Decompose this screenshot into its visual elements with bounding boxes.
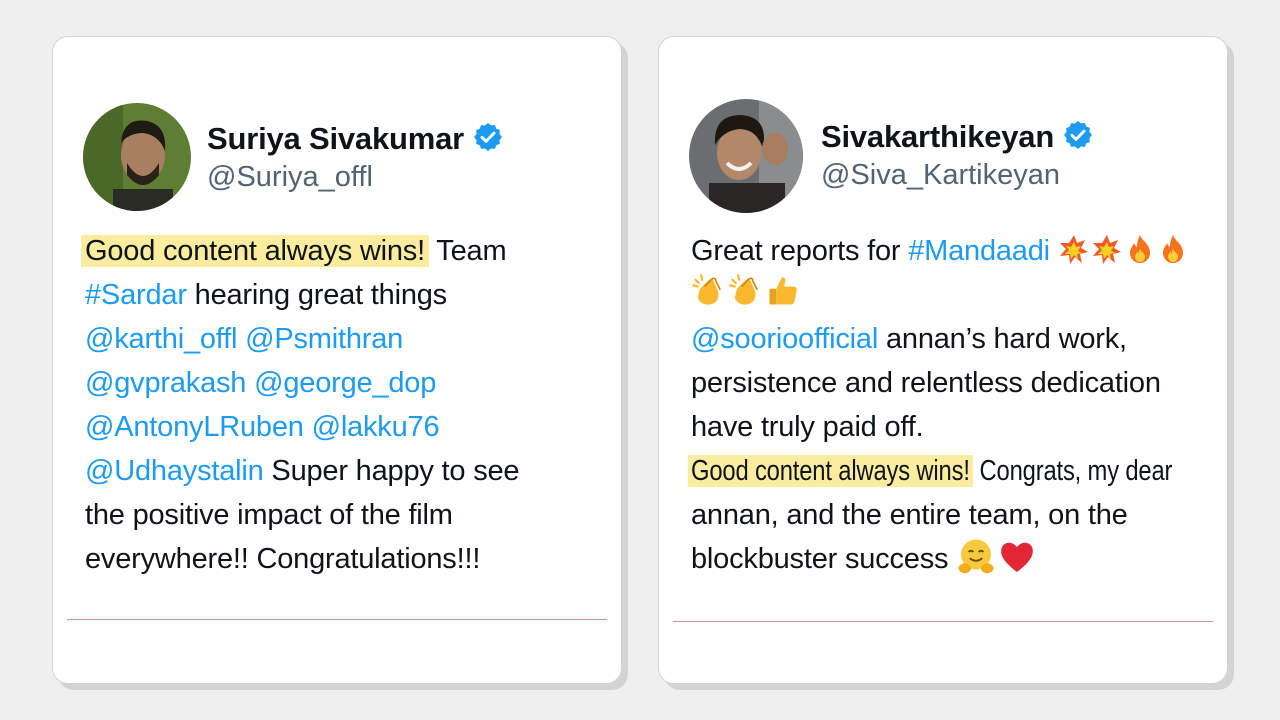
mention-link[interactable]: @AntonyLRuben — [85, 411, 304, 443]
avatar[interactable] — [83, 103, 191, 211]
mention-link[interactable]: @Udhaystalin — [85, 455, 264, 487]
highlighted-text: Good content always wins! — [81, 235, 429, 267]
mention-link[interactable]: @karthi_offl — [85, 323, 237, 355]
hashtag-link[interactable]: #Mandaadi — [908, 235, 1050, 267]
fire-icon — [1129, 235, 1150, 263]
tweet-header: Suriya Sivakumar @Suriya_offl — [83, 103, 603, 213]
mention-link[interactable]: @soorioofficial — [691, 323, 878, 355]
clapping-hands-icon — [692, 274, 722, 305]
verified-badge-icon — [474, 123, 503, 151]
text-line: have truly paid off. — [691, 411, 924, 443]
divider — [67, 619, 607, 620]
text-line: everywhere!! Congratulations!!! — [85, 543, 481, 575]
highlighted-text: Good content always wins! — [687, 455, 974, 487]
divider — [673, 621, 1213, 622]
text-line: persistence and relentless dedication — [691, 367, 1161, 399]
thumbs-up-icon — [769, 277, 797, 305]
fire-icon — [1162, 235, 1183, 263]
clapping-hands-icon — [729, 274, 759, 305]
avatar[interactable] — [689, 99, 803, 213]
user-handle[interactable]: @Suriya_offl — [207, 161, 373, 194]
collision-icon — [1092, 235, 1121, 264]
mention-link[interactable]: @gvprakash — [85, 367, 246, 399]
text-line: blockbuster success — [691, 543, 949, 575]
hugging-face-icon — [958, 539, 994, 574]
tweet-card-suriya: Suriya Sivakumar @Suriya_offl Good conte… — [52, 36, 622, 684]
mention-link[interactable]: @lakku76 — [312, 411, 440, 443]
tweet-text: Good content always wins! Team #Sardar h… — [81, 229, 605, 581]
mention-link[interactable]: @george_dop — [254, 367, 436, 399]
verified-badge-icon — [1064, 121, 1093, 149]
text-line: annan, and the entire team, on the — [691, 499, 1128, 531]
hashtag-link[interactable]: #Sardar — [85, 279, 187, 311]
text-line: the positive impact of the film — [85, 499, 453, 531]
display-name[interactable]: Suriya Sivakumar — [207, 121, 504, 157]
tweet-card-sivakarthikeyan: Sivakarthikeyan @Siva_Kartikeyan Great r… — [658, 36, 1228, 684]
mention-link[interactable]: @Psmithran — [245, 323, 403, 355]
tweet-header: Sivakarthikeyan @Siva_Kartikeyan — [689, 99, 1209, 213]
tweet-text: Great reports for #Mandaadi @sooriooffic… — [687, 229, 1221, 581]
display-name[interactable]: Sivakarthikeyan — [821, 119, 1094, 155]
user-handle[interactable]: @Siva_Kartikeyan — [821, 159, 1060, 192]
collision-icon — [1059, 235, 1088, 264]
red-heart-icon — [1001, 542, 1034, 572]
